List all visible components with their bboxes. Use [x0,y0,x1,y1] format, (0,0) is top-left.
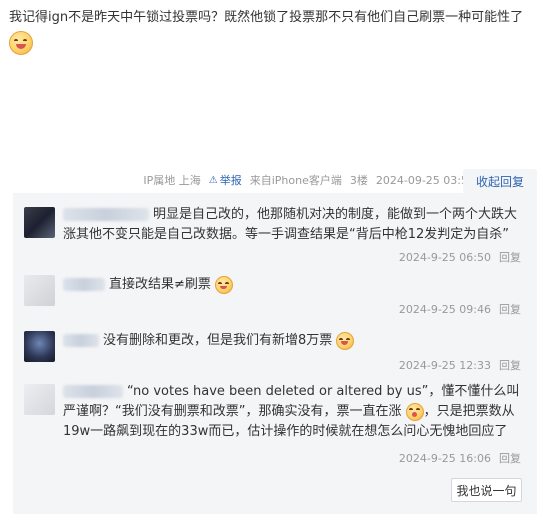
warning-icon: ⚠ [208,174,218,186]
reply-action[interactable]: 回复 [499,251,521,264]
avatar[interactable] [24,384,55,415]
reply-text: “no votes have been deleted or altered b… [63,384,520,439]
laughing-face-icon [9,31,33,55]
smile-face-icon [215,275,234,294]
avatar[interactable] [24,275,55,306]
reply-action[interactable]: 回复 [499,359,521,372]
report-link[interactable]: ⚠ 举报 [209,172,242,188]
reply-text: 明显是自己改的，他那随机对决的制度，能做到一个两个大跌大涨其他不变只能是自己改数… [63,207,518,242]
username-blurred[interactable] [63,208,149,221]
reply-button[interactable]: 我也说一句 [451,478,522,502]
collapse-replies-button[interactable]: 收起回复 [463,169,537,193]
post-content: 我记得ign不是昨天中午锁过投票吗？既然他锁了投票那不只有他们自己刷票一种可能性… [9,9,539,55]
reply-text: 直接改结果≠刷票 [63,275,528,295]
reply-time: 2024-9-25 12:33 [398,359,491,372]
post-text: 我记得ign不是昨天中午锁过投票吗？既然他锁了投票那不只有他们自己刷票一种可能性… [9,10,524,25]
grin-face-icon [336,331,355,350]
reply-time: 2024-9-25 06:50 [398,251,491,264]
reply-action[interactable]: 回复 [499,452,521,465]
device-source: 来自iPhone客户端 [249,174,342,187]
shocked-face-icon [405,402,424,421]
reply-list: 明显是自己改的，他那随机对决的制度，能做到一个两个大跌大涨其他不变只能是自己改数… [13,193,537,514]
reply-text: 没有删除和更改，但是我们有新增8万票 [63,331,528,351]
floor-number: 3楼 [349,174,368,187]
reply-meta: 2024-9-25 16:06 回复 [391,450,521,466]
post-time: 2024-09-25 03:57 [375,173,475,187]
reply-time: 2024-9-25 16:06 [398,452,491,465]
reply-meta: 2024-9-25 09:46 回复 [391,301,521,317]
avatar[interactable] [24,331,55,362]
reply-time: 2024-9-25 09:46 [398,303,491,316]
username-blurred[interactable] [63,278,105,291]
avatar[interactable] [24,207,55,238]
reply-meta: 2024-9-25 06:50 回复 [391,249,521,265]
ip-location: IP属地 上海 [143,174,201,187]
post-meta: IP属地 上海 ⚠ 举报 来自iPhone客户端 3楼 2024-09-25 0… [143,172,475,188]
reply-meta: 2024-9-25 12:33 回复 [391,357,521,373]
username-blurred[interactable] [63,334,99,347]
username-blurred[interactable] [63,385,123,398]
reply-action[interactable]: 回复 [499,303,521,316]
